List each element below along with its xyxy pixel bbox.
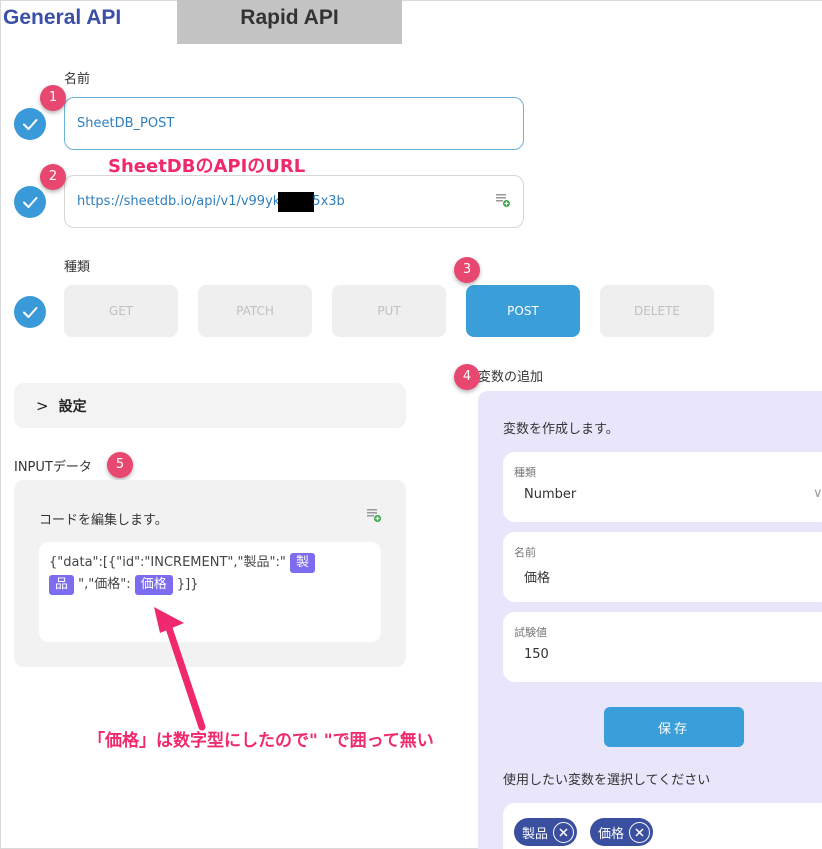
variables-select-caption: 使用したい変数を選択してください: [503, 773, 711, 788]
type-label: 種類: [64, 260, 91, 275]
code-text: ","価格":: [74, 577, 135, 592]
field-value: Number: [524, 487, 577, 502]
variable-tag-product[interactable]: 製: [289, 553, 315, 573]
name-input[interactable]: SheetDB_POST: [64, 97, 524, 150]
variable-tag-product[interactable]: 品: [49, 575, 75, 595]
field-caption: 種類: [514, 466, 536, 479]
input-data-label: INPUTデータ: [14, 460, 92, 475]
step-badge-1: 1: [40, 85, 66, 111]
method-post-button[interactable]: POST: [466, 285, 580, 337]
check-icon: [14, 108, 46, 140]
step-badge-3: 3: [454, 257, 480, 283]
save-button[interactable]: 保存: [604, 707, 744, 747]
variable-tag-price[interactable]: 価格: [134, 575, 173, 595]
chip-label: 価格: [598, 826, 625, 842]
check-icon: [14, 186, 46, 218]
field-caption: 名前: [514, 546, 536, 559]
settings-accordion[interactable]: > 設定: [14, 383, 406, 428]
check-icon: [14, 296, 46, 328]
method-put-button[interactable]: PUT: [332, 285, 446, 337]
variable-chip-price[interactable]: 価格: [590, 818, 654, 846]
name-label: 名前: [64, 72, 91, 87]
document-add-icon[interactable]: [495, 192, 511, 208]
settings-label: 設定: [58, 398, 87, 415]
url-suffix: 5x3b: [312, 194, 345, 209]
field-caption: 試験値: [514, 626, 547, 639]
method-delete-button[interactable]: DELETE: [600, 285, 714, 337]
name-input-value: SheetDB_POST: [77, 116, 175, 131]
close-icon[interactable]: [553, 821, 575, 843]
chevron-right-icon: >: [36, 396, 49, 415]
code-text: {"data":[{"id":"INCREMENT","製品":": [49, 555, 290, 570]
variable-chip-product[interactable]: 製品: [514, 818, 578, 846]
variable-type-select[interactable]: 種類 Number ∨: [503, 452, 822, 522]
tab-general-api[interactable]: General API: [0, 0, 177, 44]
method-patch-button[interactable]: PATCH: [198, 285, 312, 337]
close-icon[interactable]: [629, 821, 651, 843]
step-badge-5: 5: [107, 452, 133, 478]
step-badge-2: 2: [40, 164, 66, 190]
tab-rapid-api[interactable]: Rapid API: [177, 0, 402, 44]
step-badge-4: 4: [454, 364, 480, 390]
price-annotation: 「価格」は数字型にしたので" "で囲って無い: [88, 731, 434, 751]
field-value: 価格: [524, 571, 551, 586]
variables-create-caption: 変数を作成します。: [503, 422, 619, 437]
chip-label: 製品: [522, 826, 549, 842]
chevron-down-icon: ∨: [813, 486, 822, 501]
document-add-icon[interactable]: [366, 507, 382, 523]
code-edit-caption: コードを編集します。: [39, 513, 168, 528]
annotation-arrow-icon: [154, 607, 206, 731]
url-input[interactable]: https://sheetdb.io/api/v1/v99yk 5x3b: [64, 175, 524, 228]
method-get-button[interactable]: GET: [64, 285, 178, 337]
variable-test-value-input[interactable]: 試験値 150: [503, 612, 822, 682]
redaction-block: [278, 191, 315, 212]
url-prefix: https://sheetdb.io/api/v1/v99yk: [77, 194, 281, 209]
variables-header: 変数の追加: [478, 370, 544, 385]
variable-name-input[interactable]: 名前 価格: [503, 532, 822, 602]
code-text: }]}: [172, 577, 199, 592]
field-value: 150: [524, 647, 549, 662]
